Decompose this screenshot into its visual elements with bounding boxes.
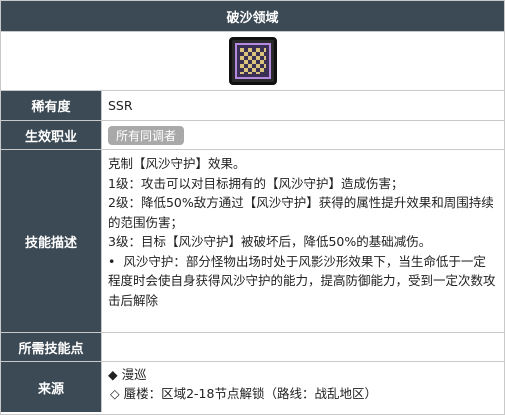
diamond-outline-icon: ◇ xyxy=(110,386,124,401)
description-line: 1级：攻击可以对目标拥有的【风沙守护】造成伤害； xyxy=(108,175,404,191)
class-row: 生效职业 所有同调者 xyxy=(1,121,504,150)
bullet-text: 风沙守护：部分怪物出场时处于风影沙形效果下，当生命低于一定程度时会使自身获得风沙… xyxy=(108,253,496,308)
description-body: 克制【风沙守护】效果。 1级：攻击可以对目标拥有的【风沙守护】造成伤害； 2级：… xyxy=(102,150,504,332)
bullet-icon: • xyxy=(108,253,124,269)
class-badge[interactable]: 所有同调者 xyxy=(108,125,185,145)
skill-icon-row xyxy=(1,32,504,91)
class-label: 生效职业 xyxy=(1,121,102,149)
skill-points-label: 所需技能点 xyxy=(1,333,102,361)
description-label: 技能描述 xyxy=(1,150,102,332)
skill-points-row: 所需技能点 xyxy=(1,333,504,362)
skill-points-value xyxy=(102,333,504,361)
source-list: ◆ 漫巡 ◇ 蜃楼：区域2-18节点解锁（路线：战乱地区） xyxy=(102,362,504,412)
skill-info-table: 破沙领域 稀有度 SSR 生效职业 所有同调者 技能描述 克制【风沙守护】效果。… xyxy=(0,0,505,415)
skill-title: 破沙领域 xyxy=(1,1,504,32)
source-row: 来源 ◆ 漫巡 ◇ 蜃楼：区域2-18节点解锁（路线：战乱地区） xyxy=(1,362,504,412)
bullet-note: • 风沙守护：部分怪物出场时处于风影沙形效果下，当生命低于一定程度时会使自身获得… xyxy=(108,252,498,311)
rarity-row: 稀有度 SSR xyxy=(1,91,504,121)
description-line: 克制【风沙守护】效果。 xyxy=(108,156,246,171)
diamond-bullet-icon: ◆ xyxy=(108,367,122,382)
description-row: 技能描述 克制【风沙守护】效果。 1级：攻击可以对目标拥有的【风沙守护】造成伤害… xyxy=(1,150,504,333)
source-label: 来源 xyxy=(1,362,102,412)
description-line: 2级：降低50%敌方通过【风沙守护】获得的属性提升效果和周围持续的范围伤害； xyxy=(108,195,494,230)
source-subitem: ◇ 蜃楼：区域2-18节点解锁（路线：战乱地区） xyxy=(110,386,377,401)
rarity-value: SSR xyxy=(108,98,133,113)
checker-grid-icon xyxy=(234,43,271,79)
source-item: ◆ 漫巡 xyxy=(108,367,147,382)
rarity-label: 稀有度 xyxy=(1,91,102,120)
sand-domain-skill-icon xyxy=(228,37,277,85)
description-line: 3级：目标【风沙守护】被破坏后，降低50%的基础减伤。 xyxy=(108,234,432,249)
